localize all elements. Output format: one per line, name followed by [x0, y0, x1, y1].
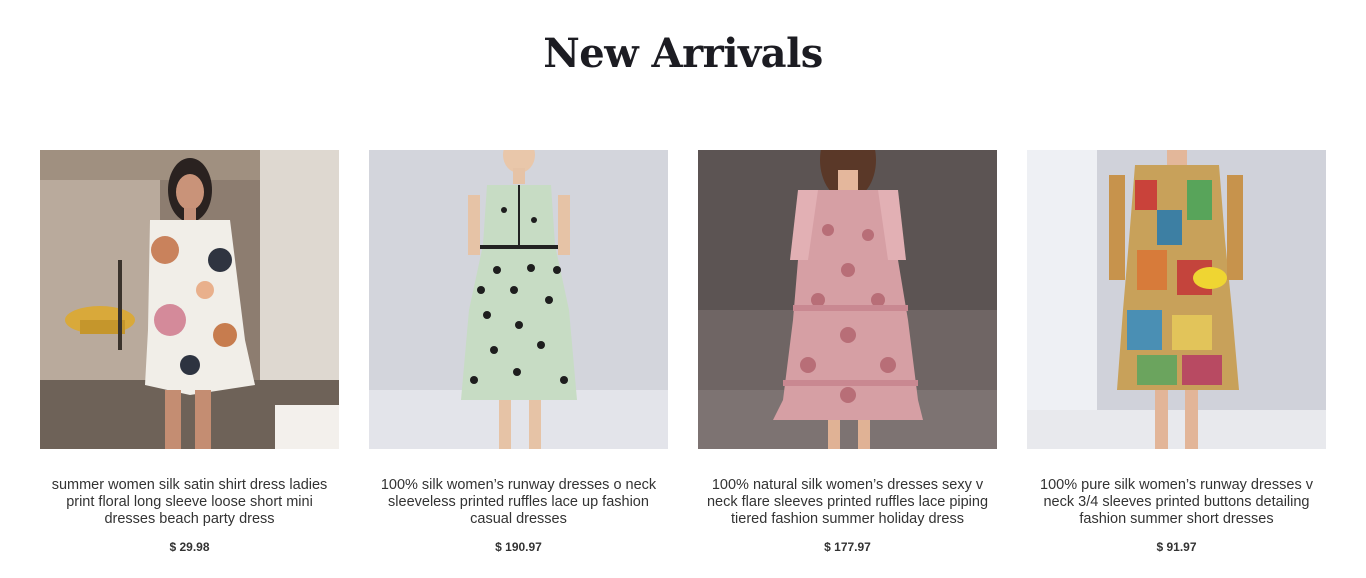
product-card[interactable]: 100% silk women’s runway dresses o neck …	[369, 150, 668, 554]
product-card[interactable]: 100% natural silk women’s dresses sexy v…	[698, 150, 997, 554]
product-card[interactable]: 100% pure silk women’s runway dresses v …	[1027, 150, 1326, 554]
product-card[interactable]: summer women silk satin shirt dress ladi…	[40, 150, 339, 554]
product-price: $ 177.97	[824, 540, 871, 554]
product-image[interactable]	[698, 150, 997, 449]
product-image[interactable]	[1027, 150, 1326, 449]
product-price: $ 190.97	[495, 540, 542, 554]
product-image[interactable]	[40, 150, 339, 449]
section-title: New Arrivals	[543, 30, 823, 77]
product-price: $ 91.97	[1156, 540, 1197, 554]
product-photo-4	[1027, 150, 1326, 449]
product-grid: summer women silk satin shirt dress ladi…	[40, 150, 1326, 554]
product-name[interactable]: 100% natural silk women’s dresses sexy v…	[698, 477, 997, 528]
product-photo-3	[698, 150, 997, 449]
product-name[interactable]: 100% pure silk women’s runway dresses v …	[1027, 477, 1326, 528]
product-name[interactable]: summer women silk satin shirt dress ladi…	[40, 477, 339, 528]
product-image[interactable]	[369, 150, 668, 449]
product-price: $ 29.98	[169, 540, 210, 554]
product-name[interactable]: 100% silk women’s runway dresses o neck …	[369, 477, 668, 528]
product-photo-2	[369, 150, 668, 449]
product-photo-1	[40, 150, 339, 449]
